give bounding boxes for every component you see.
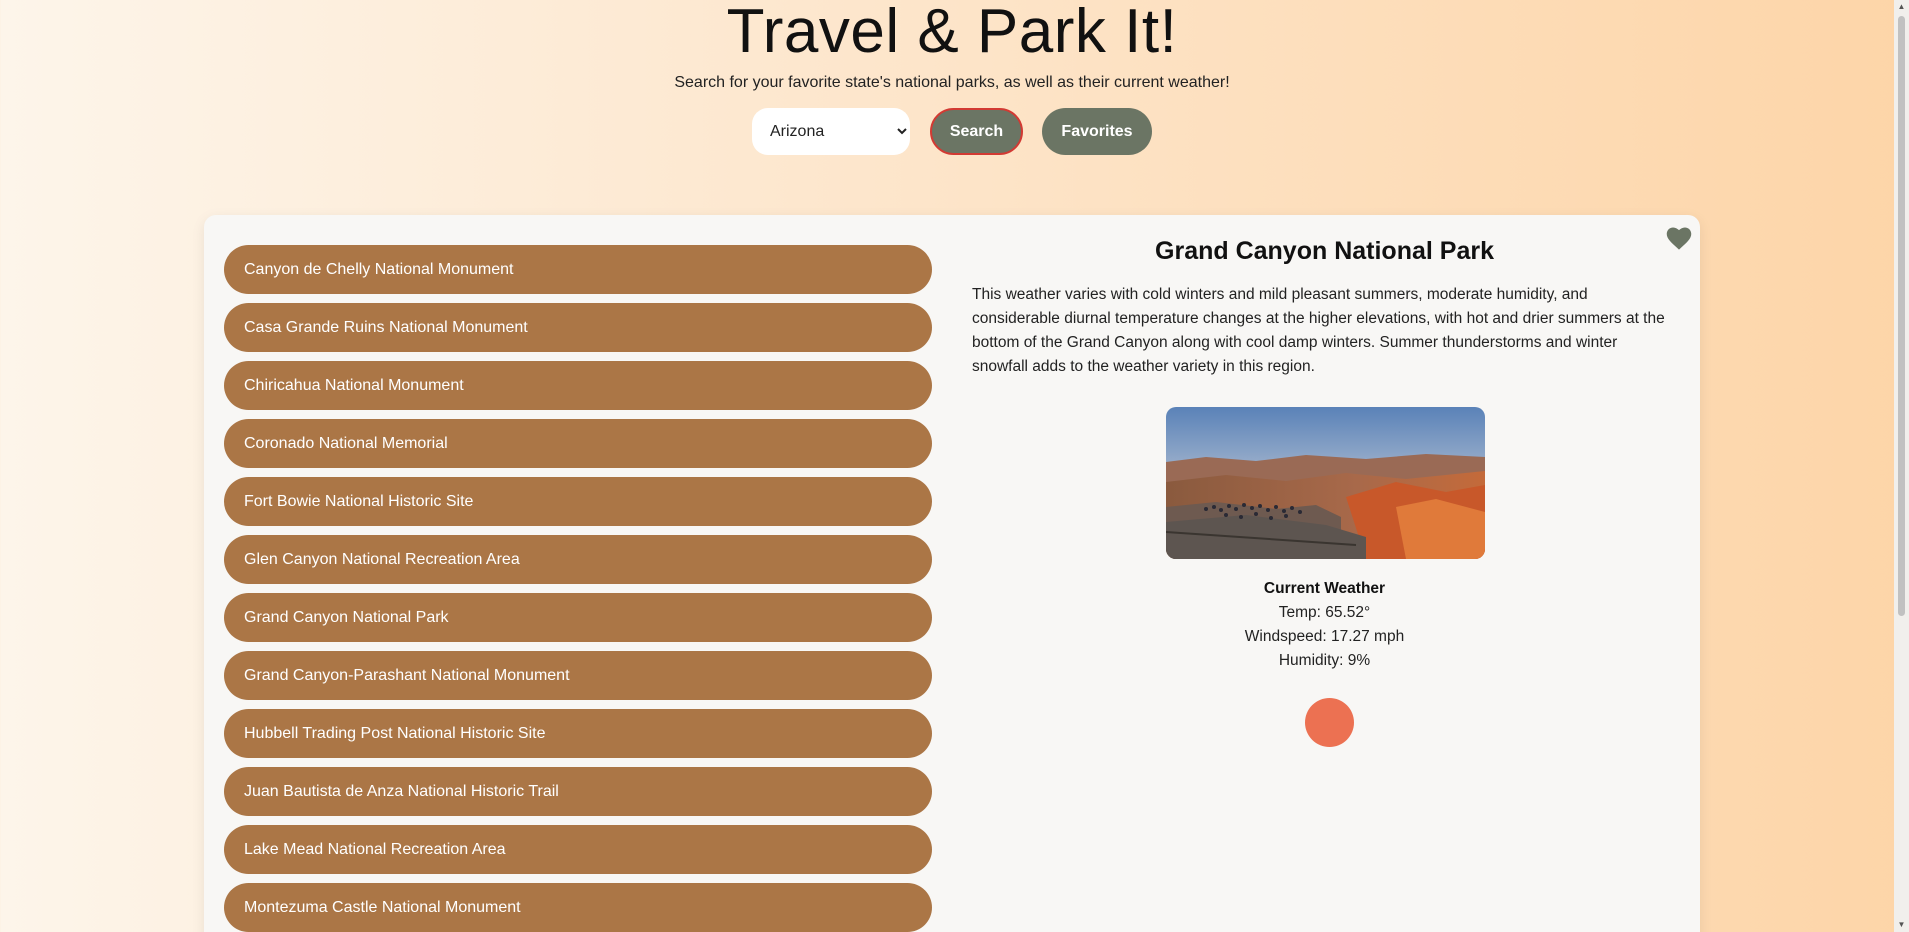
- results-card: Canyon de Chelly National Monument Casa …: [204, 215, 1700, 932]
- park-item[interactable]: Coronado National Memorial: [224, 419, 932, 468]
- park-item[interactable]: Chiricahua National Monument: [224, 361, 932, 410]
- park-item[interactable]: Hubbell Trading Post National Historic S…: [224, 709, 932, 758]
- park-list: Canyon de Chelly National Monument Casa …: [224, 245, 932, 932]
- scroll-down-icon[interactable]: ▼: [1894, 918, 1909, 932]
- park-item[interactable]: Montezuma Castle National Monument: [224, 883, 932, 932]
- weather-title: Current Weather: [1263, 580, 1386, 597]
- park-item[interactable]: Canyon de Chelly National Monument: [224, 245, 932, 294]
- current-weather: Current Weather Temp: 65.52° Windspeed: …: [972, 577, 1677, 673]
- park-item[interactable]: Juan Bautista de Anza National Historic …: [224, 767, 932, 816]
- park-detail: Grand Canyon National Park This weather …: [972, 215, 1692, 932]
- page-scrollbar[interactable]: ▲ ▼: [1894, 0, 1909, 932]
- park-item[interactable]: Grand Canyon National Park: [224, 593, 932, 642]
- park-name-heading: Grand Canyon National Park: [1155, 237, 1494, 265]
- park-item[interactable]: Casa Grande Ruins National Monument: [224, 303, 932, 352]
- weather-temp: Temp: 65.52°: [1278, 604, 1371, 621]
- park-photo: [1166, 407, 1485, 559]
- park-description: This weather varies with cold winters an…: [972, 286, 1665, 375]
- scroll-up-icon[interactable]: ▲: [1894, 0, 1909, 14]
- scroll-thumb[interactable]: [1898, 16, 1905, 616]
- favorites-button[interactable]: Favorites: [1042, 108, 1152, 155]
- weather-humidity: Humidity: 9%: [1278, 652, 1371, 669]
- weather-windspeed: Windspeed: 17.27 mph: [1244, 628, 1405, 645]
- park-item[interactable]: Fort Bowie National Historic Site: [224, 477, 932, 526]
- search-button[interactable]: Search: [930, 108, 1023, 155]
- park-item[interactable]: Lake Mead National Recreation Area: [224, 825, 932, 874]
- weather-indicator: [1305, 698, 1354, 747]
- state-select[interactable]: Arizona: [752, 108, 910, 155]
- page-title: Travel & Park It!: [726, 0, 1178, 66]
- park-item[interactable]: Glen Canyon National Recreation Area: [224, 535, 932, 584]
- park-item[interactable]: Grand Canyon-Parashant National Monument: [224, 651, 932, 700]
- page-subtitle: Search for your favorite state's nationa…: [674, 74, 1230, 91]
